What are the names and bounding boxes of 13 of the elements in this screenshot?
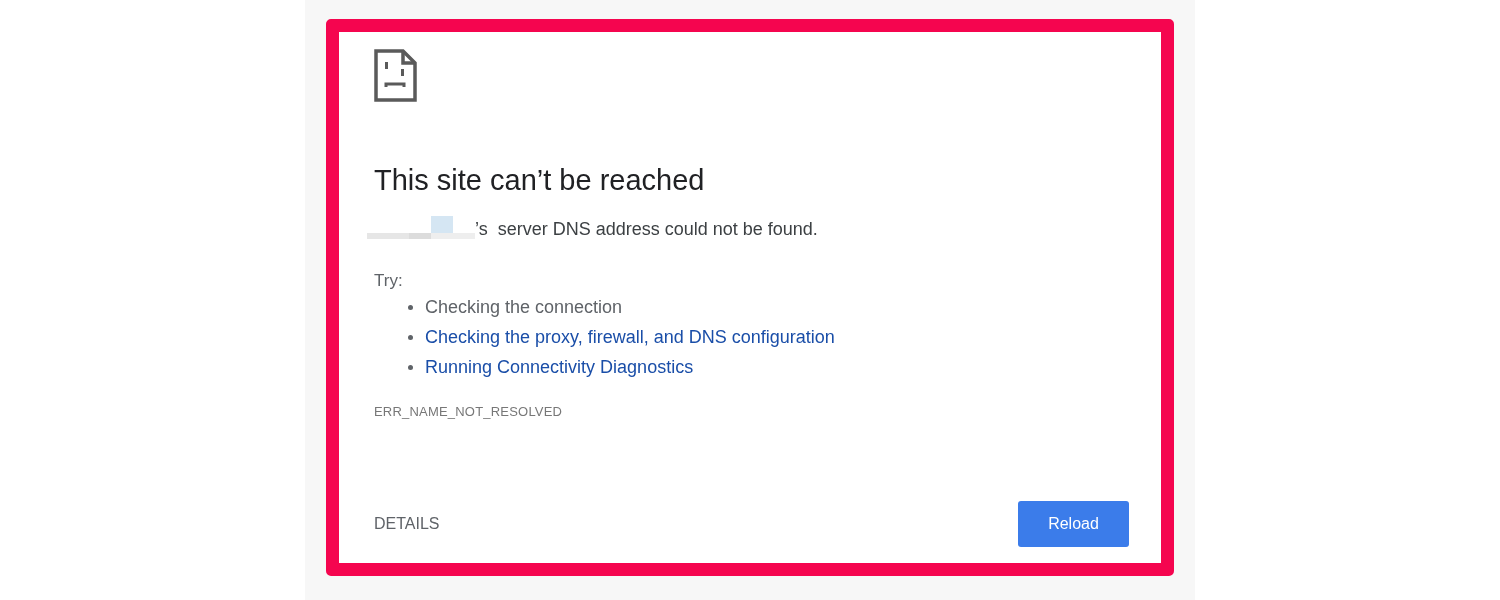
suggestion-link[interactable]: Running Connectivity Diagnostics bbox=[425, 357, 694, 378]
sad-page-icon bbox=[374, 49, 417, 102]
bullet-icon bbox=[408, 335, 413, 340]
reload-button[interactable]: Reload bbox=[1018, 501, 1129, 547]
error-message: ’s server DNS address could not be found. bbox=[475, 218, 818, 240]
bullet-icon bbox=[408, 305, 413, 310]
error-code: ERR_NAME_NOT_RESOLVED bbox=[374, 404, 564, 419]
suggestion-text: Checking the connection bbox=[425, 297, 623, 318]
suggestion-link[interactable]: Checking the proxy, firewall, and DNS configuration bbox=[425, 327, 835, 348]
try-label: Try: bbox=[374, 271, 404, 291]
details-button[interactable]: DETAILS bbox=[374, 515, 440, 533]
bullet-icon bbox=[408, 365, 413, 370]
page-title: This site can’t be reached bbox=[374, 164, 706, 197]
